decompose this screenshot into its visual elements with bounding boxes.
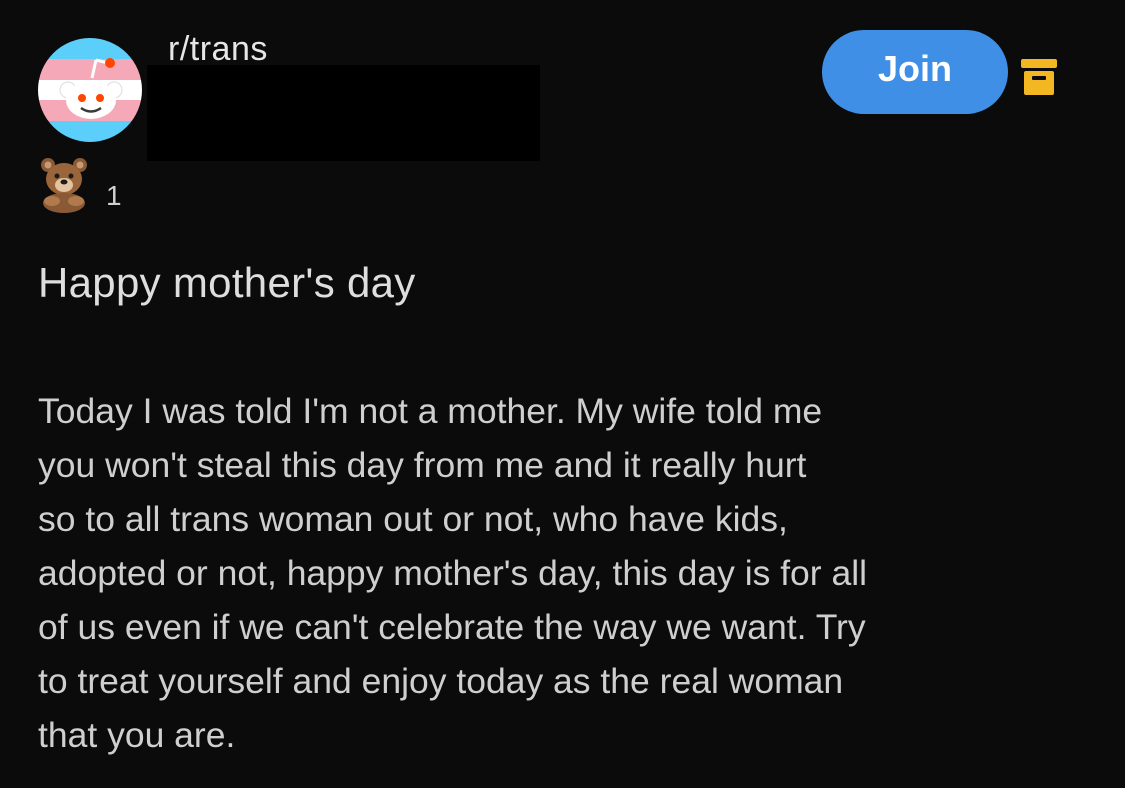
post-body-line: that you are. — [38, 715, 236, 755]
post-body-line: of us even if we can't celebrate the way… — [38, 607, 866, 647]
post-body-line: you won't steal this day from me and it … — [38, 445, 807, 485]
archive-icon[interactable] — [1019, 56, 1059, 98]
post-body-line: so to all trans woman out or not, who ha… — [38, 499, 788, 539]
post-body: Today I was told I'm not a mother. My wi… — [38, 384, 1113, 762]
post-body-line: Today I was told I'm not a mother. My wi… — [38, 391, 823, 431]
bear-award-icon[interactable] — [38, 155, 90, 213]
post-body-line: adopted or not, happy mother's day, this… — [38, 553, 867, 593]
join-button[interactable]: Join — [822, 30, 1008, 114]
subreddit-avatar[interactable] — [38, 38, 142, 142]
subreddit-name[interactable]: r/trans — [168, 30, 268, 69]
redacted-username-box — [147, 65, 540, 161]
post-title[interactable]: Happy mother's day — [38, 259, 416, 307]
trans-flag-reddit-snoo-icon — [38, 38, 142, 142]
post-body-line: to treat yourself and enjoy today as the… — [38, 661, 844, 701]
award-count: 1 — [106, 180, 122, 211]
